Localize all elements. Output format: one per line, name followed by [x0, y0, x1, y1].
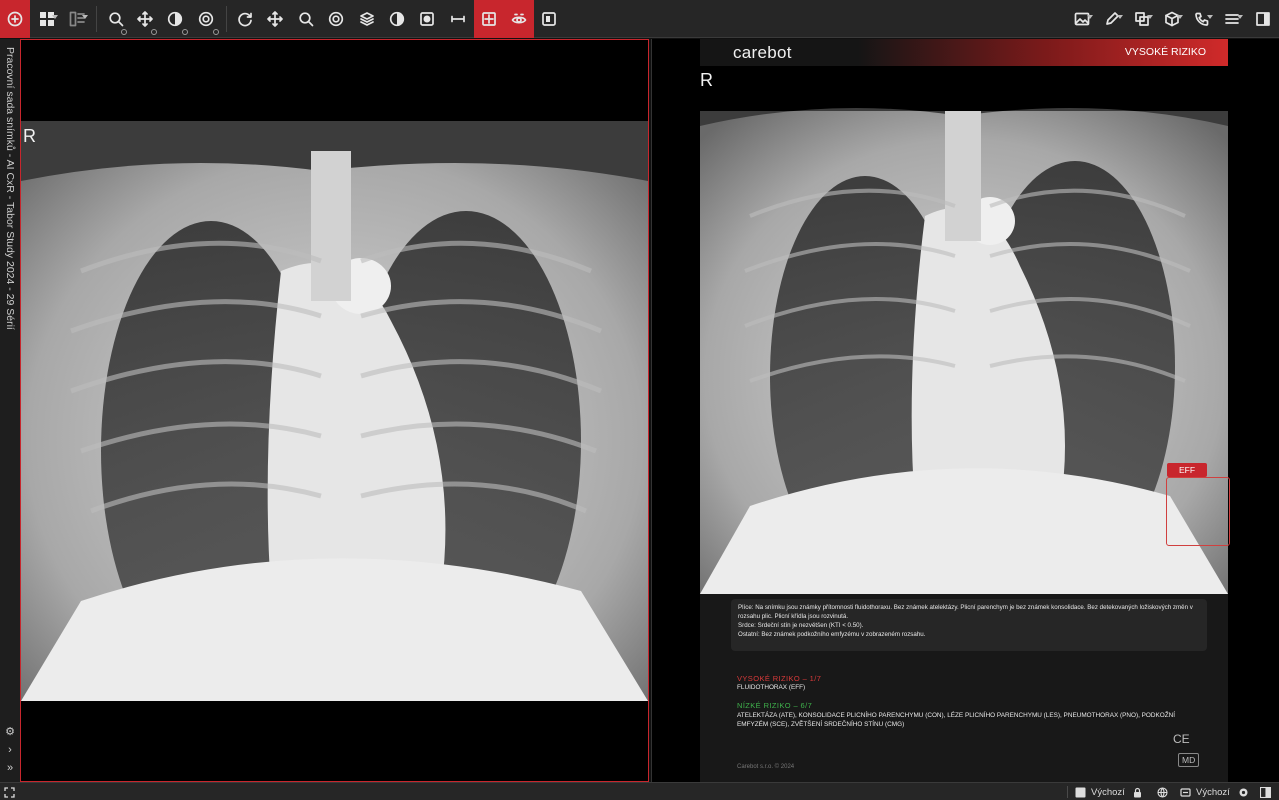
settings-icon[interactable] — [1238, 783, 1254, 800]
preset-2-icon[interactable] — [322, 0, 350, 38]
eye-overlay-icon[interactable] — [504, 0, 534, 38]
ce-mark: CE — [1173, 732, 1190, 746]
image-icon[interactable] — [1068, 0, 1096, 38]
preset-icon[interactable] — [192, 0, 220, 38]
chest-xray-image — [21, 121, 648, 701]
panel-toggle-icon[interactable] — [1260, 783, 1276, 800]
eff-finding-box[interactable] — [1166, 477, 1230, 546]
zoom-icon[interactable] — [102, 0, 130, 38]
ai-overlay-icon[interactable] — [474, 0, 504, 38]
carebot-report: carebot VYSOKÉ RIZIKO EFF Plíce: Na sním… — [700, 39, 1230, 782]
finding-lungs: Plíce: Na snímku jsou známky přítomnosti… — [738, 604, 1193, 620]
orientation-marker: R — [700, 70, 713, 90]
viewport-left[interactable]: R — [20, 39, 649, 782]
chest-xray-ai-image — [700, 66, 1228, 594]
findings-box: Plíce: Na snímku jsou známky přítomnosti… — [731, 599, 1207, 651]
profile-label: Výchozí — [1196, 786, 1230, 798]
add-icon[interactable] — [0, 0, 30, 38]
series-layout-icon[interactable] — [63, 0, 91, 38]
settings-gear-icon[interactable]: ⚙ — [2, 723, 18, 739]
eff-finding-tag[interactable]: EFF — [1167, 463, 1207, 477]
md-mark: MD — [1178, 753, 1200, 767]
double-chevron-right-icon[interactable]: » — [2, 760, 18, 776]
stack-icon[interactable] — [353, 0, 381, 38]
status-bar: Výchozí Výchozí — [0, 782, 1279, 800]
finding-heart: Srdce: Srdeční stín je nezvětšen (KTI < … — [738, 621, 864, 629]
layout-selector[interactable]: Výchozí — [1075, 783, 1125, 800]
series-sidebar-title-wrap[interactable]: Pracovní sada snímků - AI CxR - Tabor St… — [2, 47, 18, 367]
copy-icon[interactable] — [1128, 0, 1156, 38]
pan-icon[interactable] — [131, 0, 159, 38]
low-risk-items: ATELEKTÁZA (ATE), KONSOLIDACE PLICNÍHO P… — [737, 712, 1176, 729]
copyright: Carebot s.r.o. © 2024 — [737, 764, 795, 770]
pencil-icon[interactable] — [1098, 0, 1126, 38]
low-risk-title: NÍZKÉ RIZIKO – 6/7 — [737, 701, 813, 710]
series-sidebar-title: Pracovní sada snímků - AI CxR - Tabor St… — [4, 47, 16, 330]
cube-icon[interactable] — [1158, 0, 1186, 38]
invert-icon[interactable] — [413, 0, 441, 38]
layout-grid-icon[interactable] — [33, 0, 61, 38]
globe-icon[interactable] — [1157, 783, 1173, 800]
window-level-icon[interactable] — [161, 0, 189, 38]
compare-icon[interactable] — [535, 0, 563, 38]
series-sidebar: Pracovní sada snímků - AI CxR - Tabor St… — [0, 39, 20, 782]
measure-icon[interactable] — [444, 0, 472, 38]
viewport-right[interactable]: carebot VYSOKÉ RIZIKO EFF Plíce: Na sním… — [651, 39, 1279, 782]
finding-other: Ostatní: Bez známek podkožního emfyzému … — [738, 630, 926, 638]
layout-label: Výchozí — [1091, 786, 1125, 798]
chevron-right-icon[interactable]: › — [2, 742, 18, 758]
fullscreen-icon[interactable] — [4, 783, 20, 800]
profile-selector[interactable]: Výchozí — [1180, 783, 1230, 800]
orientation-marker: R — [23, 126, 36, 146]
panel-icon[interactable] — [1249, 0, 1277, 38]
high-risk-items: FLUIDOTHORAX (EFF) — [737, 684, 806, 691]
move-icon[interactable] — [261, 0, 289, 38]
main-toolbar — [0, 0, 1279, 38]
lock-icon[interactable] — [1132, 783, 1148, 800]
menu-icon[interactable] — [1218, 0, 1246, 38]
phone-icon[interactable] — [1188, 0, 1216, 38]
report-header: carebot VYSOKÉ RIZIKO — [700, 39, 1228, 66]
carebot-logo: carebot — [733, 43, 792, 62]
contrast-icon[interactable] — [383, 0, 411, 38]
high-risk-title: VYSOKÉ RIZIKO – 1/7 — [737, 674, 822, 683]
rotate-icon[interactable] — [231, 0, 259, 38]
risk-badge: VYSOKÉ RIZIKO — [1124, 46, 1206, 58]
magnify-icon[interactable] — [292, 0, 320, 38]
